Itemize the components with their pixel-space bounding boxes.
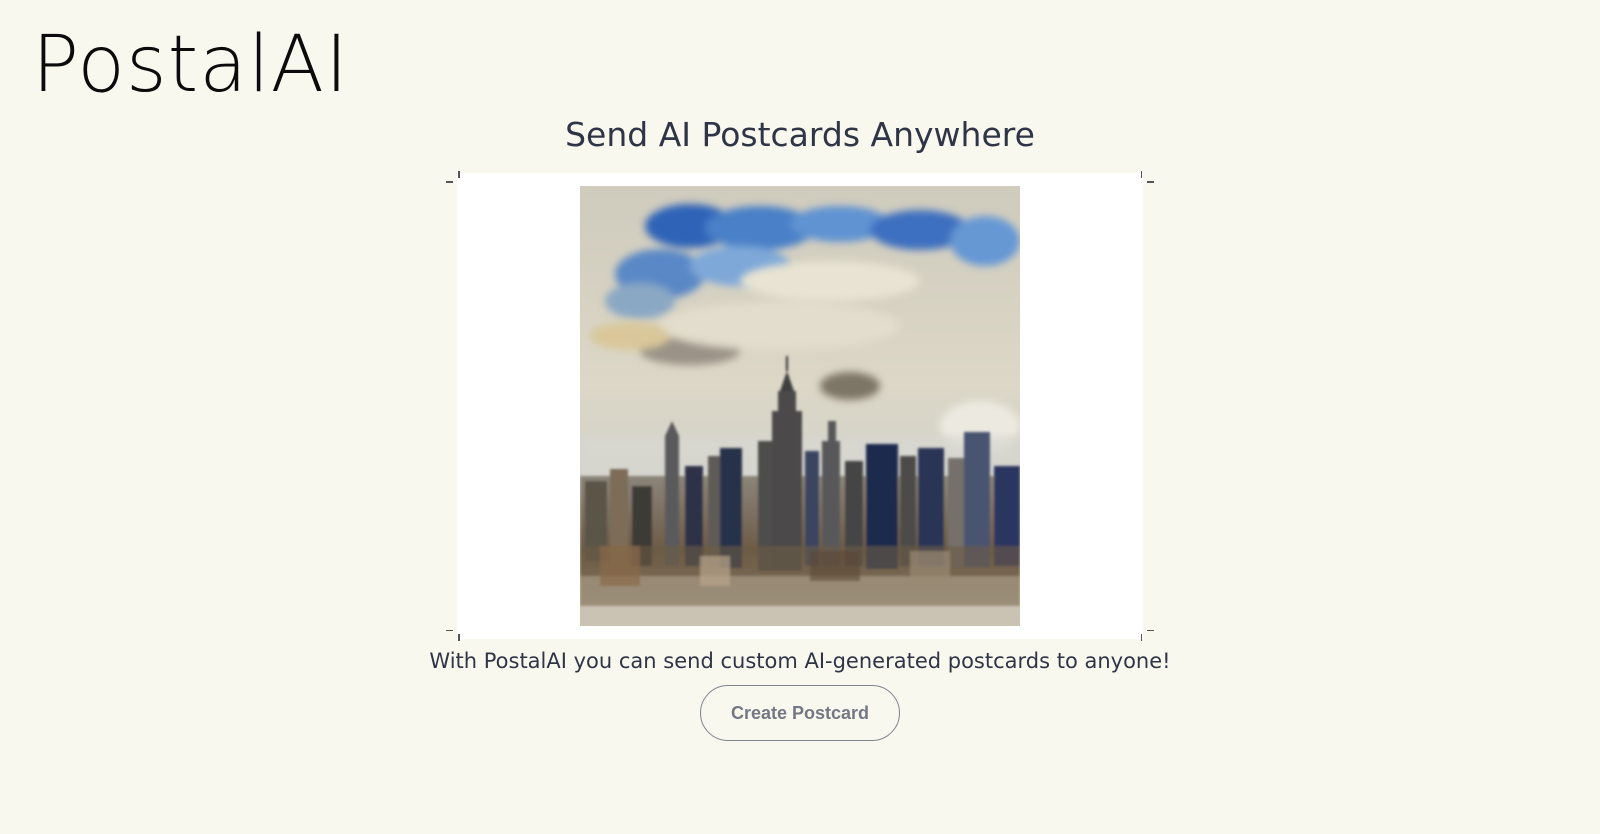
postcard-preview [446,171,1154,641]
crop-mark-top-right [1140,171,1154,185]
crop-mark-bottom-left [446,627,460,641]
logo[interactable]: PostalAI [32,26,349,104]
tagline-text: With PostalAI you can send custom AI-gen… [429,649,1171,673]
create-postcard-button[interactable]: Create Postcard [700,685,900,741]
crop-mark-top-left [446,171,460,185]
city-skyline-painting [580,186,1020,626]
postcard-artwork [580,186,1020,626]
page-headline: Send AI Postcards Anywhere [565,115,1035,154]
crop-mark-bottom-right [1140,627,1154,641]
